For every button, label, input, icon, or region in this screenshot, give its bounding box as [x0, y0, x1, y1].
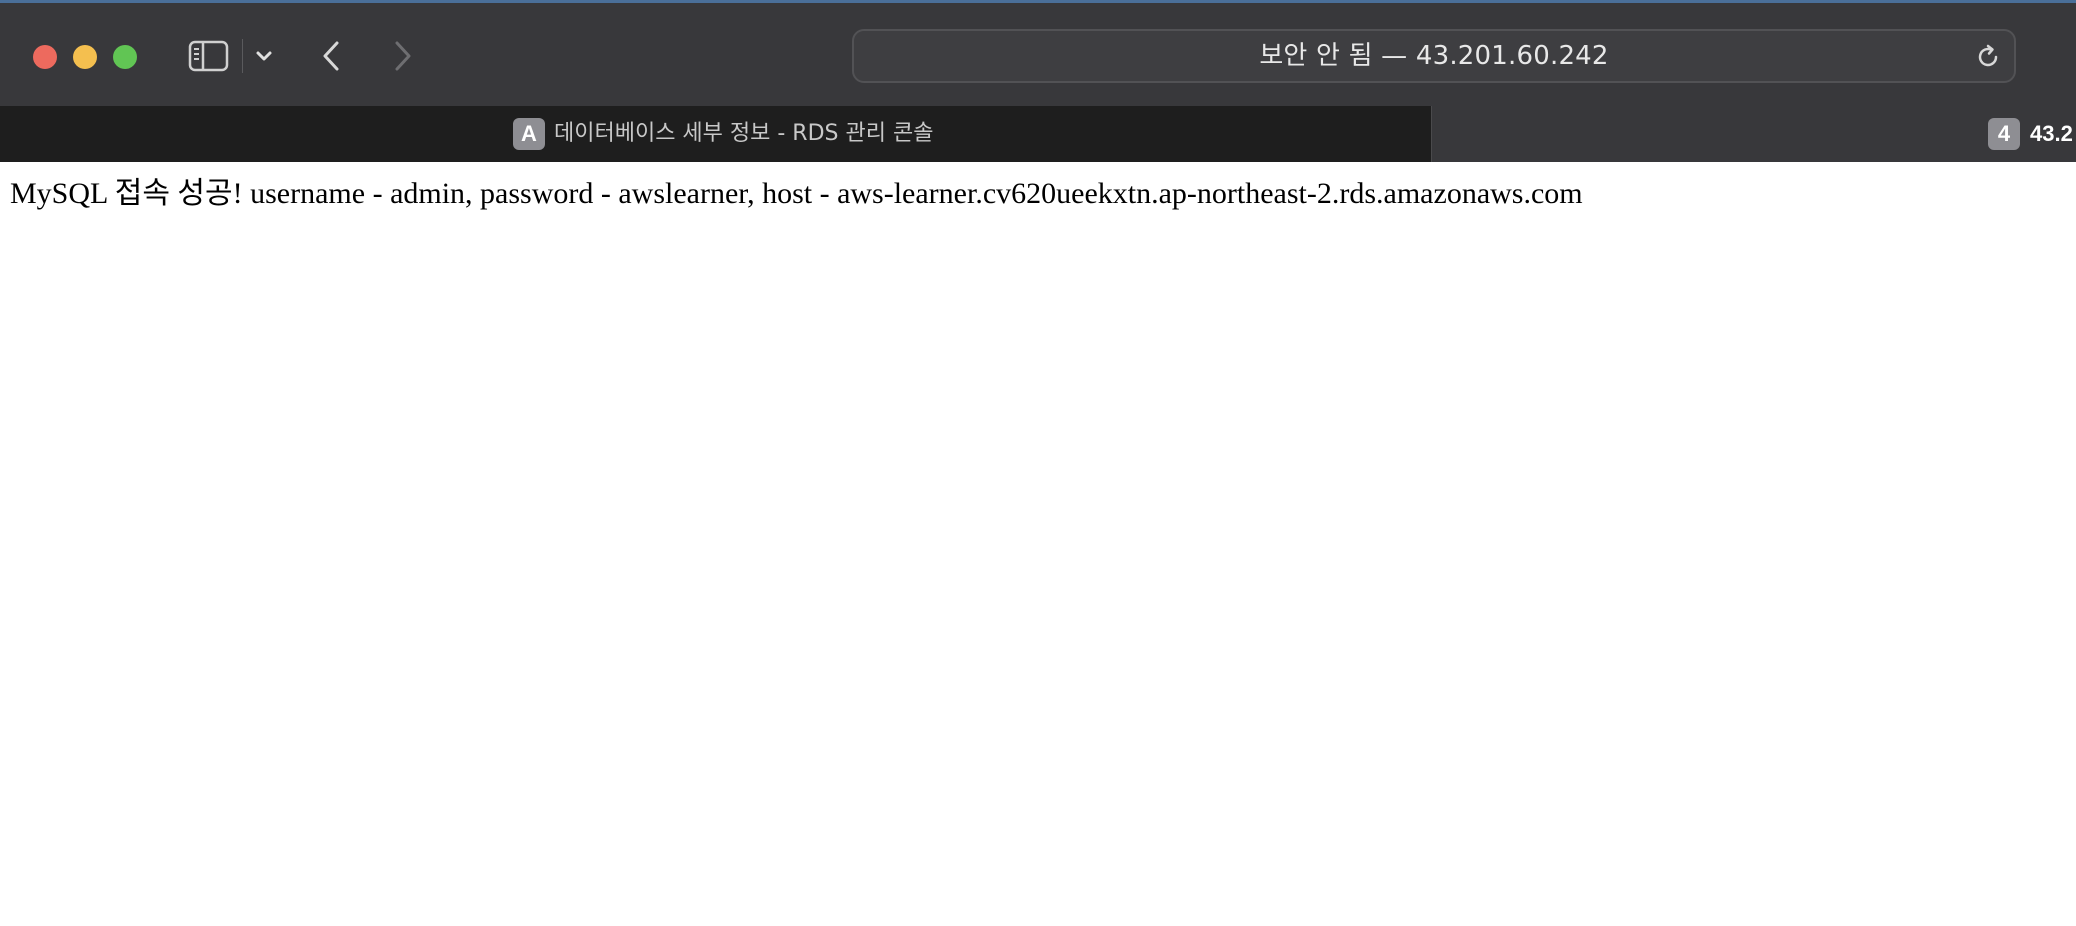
address-bar[interactable]: 보안 안 됨 — 43.201.60.242 — [852, 29, 2016, 83]
chevron-down-icon — [256, 51, 272, 61]
page-content: MySQL 접속 성공! username - admin, password … — [0, 162, 2076, 926]
address-text: 보안 안 됨 — 43.201.60.242 — [1259, 41, 1609, 71]
tab-group-menu-button[interactable] — [252, 43, 276, 69]
tab-favicon: A — [513, 118, 545, 150]
sidebar-toggle-button[interactable] — [188, 40, 230, 72]
reload-icon — [1978, 44, 1998, 67]
connection-message: MySQL 접속 성공! username - admin, password … — [10, 177, 1583, 210]
forward-button[interactable] — [388, 39, 416, 73]
minimize-window-button[interactable] — [73, 45, 97, 69]
sidebar-icon — [188, 40, 229, 72]
chevron-left-icon — [323, 41, 339, 71]
tab-favicon: 4 — [1988, 118, 2020, 150]
tab-rds-console[interactable]: A 데이터베이스 세부 정보 - RDS 관리 콘솔 — [0, 106, 1432, 162]
tab-title: 데이터베이스 세부 정보 - RDS 관리 콘솔 — [554, 121, 934, 146]
reload-button[interactable] — [1974, 43, 2002, 71]
browser-toolbar: 보안 안 됨 — 43.201.60.242 — [0, 0, 2076, 106]
zoom-window-button[interactable] — [113, 45, 137, 69]
toolbar-separator — [242, 39, 243, 73]
browser-window: 보안 안 됨 — 43.201.60.242 A 데이터베이스 세부 정보 - … — [0, 0, 2076, 926]
tab-current-page[interactable]: 4 43.2 — [1432, 106, 2076, 162]
tab-bar: A 데이터베이스 세부 정보 - RDS 관리 콘솔 4 43.2 — [0, 106, 2076, 162]
back-button[interactable] — [318, 39, 346, 73]
close-window-button[interactable] — [33, 45, 57, 69]
tab-title: 43.2 — [2030, 121, 2073, 146]
chevron-right-icon — [395, 41, 411, 71]
